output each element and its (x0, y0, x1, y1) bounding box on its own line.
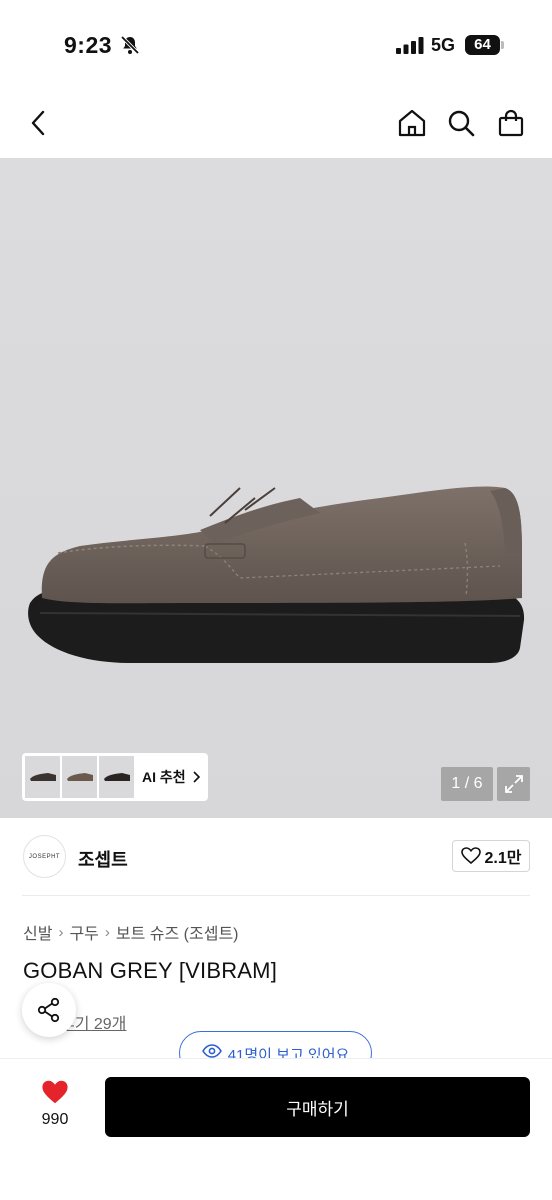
brand-row: JOSEPHT 조셉트 2.1만 (0, 818, 552, 896)
product-shoe-image (28, 486, 525, 663)
chevron-right-icon: › (104, 923, 110, 941)
brand-like-count: 2.1만 (484, 850, 522, 867)
status-time: 9:23 (64, 32, 113, 58)
thumbnail-2[interactable] (62, 756, 97, 798)
buy-button[interactable]: 구매하기 (105, 1077, 530, 1137)
signal-icon (396, 37, 424, 54)
network-type: 5G (431, 35, 456, 55)
product-title: GOBAN GREY [VIBRAM] (23, 958, 278, 983)
brand-logo[interactable]: JOSEPHT (23, 835, 66, 878)
search-icon[interactable] (444, 106, 478, 140)
bell-muted-icon (120, 35, 140, 55)
breadcrumb-item[interactable]: 보트 슈즈 (조셉트) (116, 920, 239, 944)
share-icon (37, 997, 60, 1023)
share-button[interactable] (22, 983, 76, 1037)
breadcrumb-item[interactable]: 신발 (23, 920, 52, 944)
heart-outline-icon (460, 847, 481, 865)
chevron-right-icon: › (58, 923, 64, 941)
battery-icon: 64 (465, 35, 505, 55)
brand-name[interactable]: 조셉트 (78, 846, 128, 872)
divider (22, 895, 530, 896)
ai-recommend-label: AI 추천 (142, 769, 186, 785)
breadcrumb: 신발 › 구두 › 보트 슈즈 (조셉트) (23, 920, 239, 944)
status-bar: 9:23 5G 64 (0, 0, 552, 92)
thumbnail-1[interactable] (25, 756, 60, 798)
chevron-right-icon (193, 771, 200, 783)
product-image-gallery[interactable]: AI 추천 1 / 6 (0, 158, 552, 818)
image-counter: 1 / 6 (441, 767, 493, 801)
recommendation-thumbnails[interactable]: AI 추천 (22, 753, 208, 801)
breadcrumb-item[interactable]: 구두 (69, 920, 98, 944)
bag-icon[interactable] (494, 106, 528, 140)
ai-recommend-link[interactable]: AI 추천 (142, 767, 200, 787)
back-icon[interactable] (22, 106, 56, 140)
brand-like-button[interactable]: 2.1만 (452, 840, 530, 872)
thumbnail-3[interactable] (99, 756, 134, 798)
eye-icon (201, 1044, 222, 1058)
home-icon[interactable] (395, 106, 429, 140)
wishlist-count: 990 (41, 1111, 69, 1128)
top-nav (0, 92, 552, 158)
wishlist-heart-icon[interactable] (34, 1079, 76, 1110)
battery-level: 64 (465, 35, 500, 55)
expand-icon[interactable] (497, 767, 530, 801)
bottom-purchase-bar: 990 구매하기 (0, 1058, 552, 1200)
